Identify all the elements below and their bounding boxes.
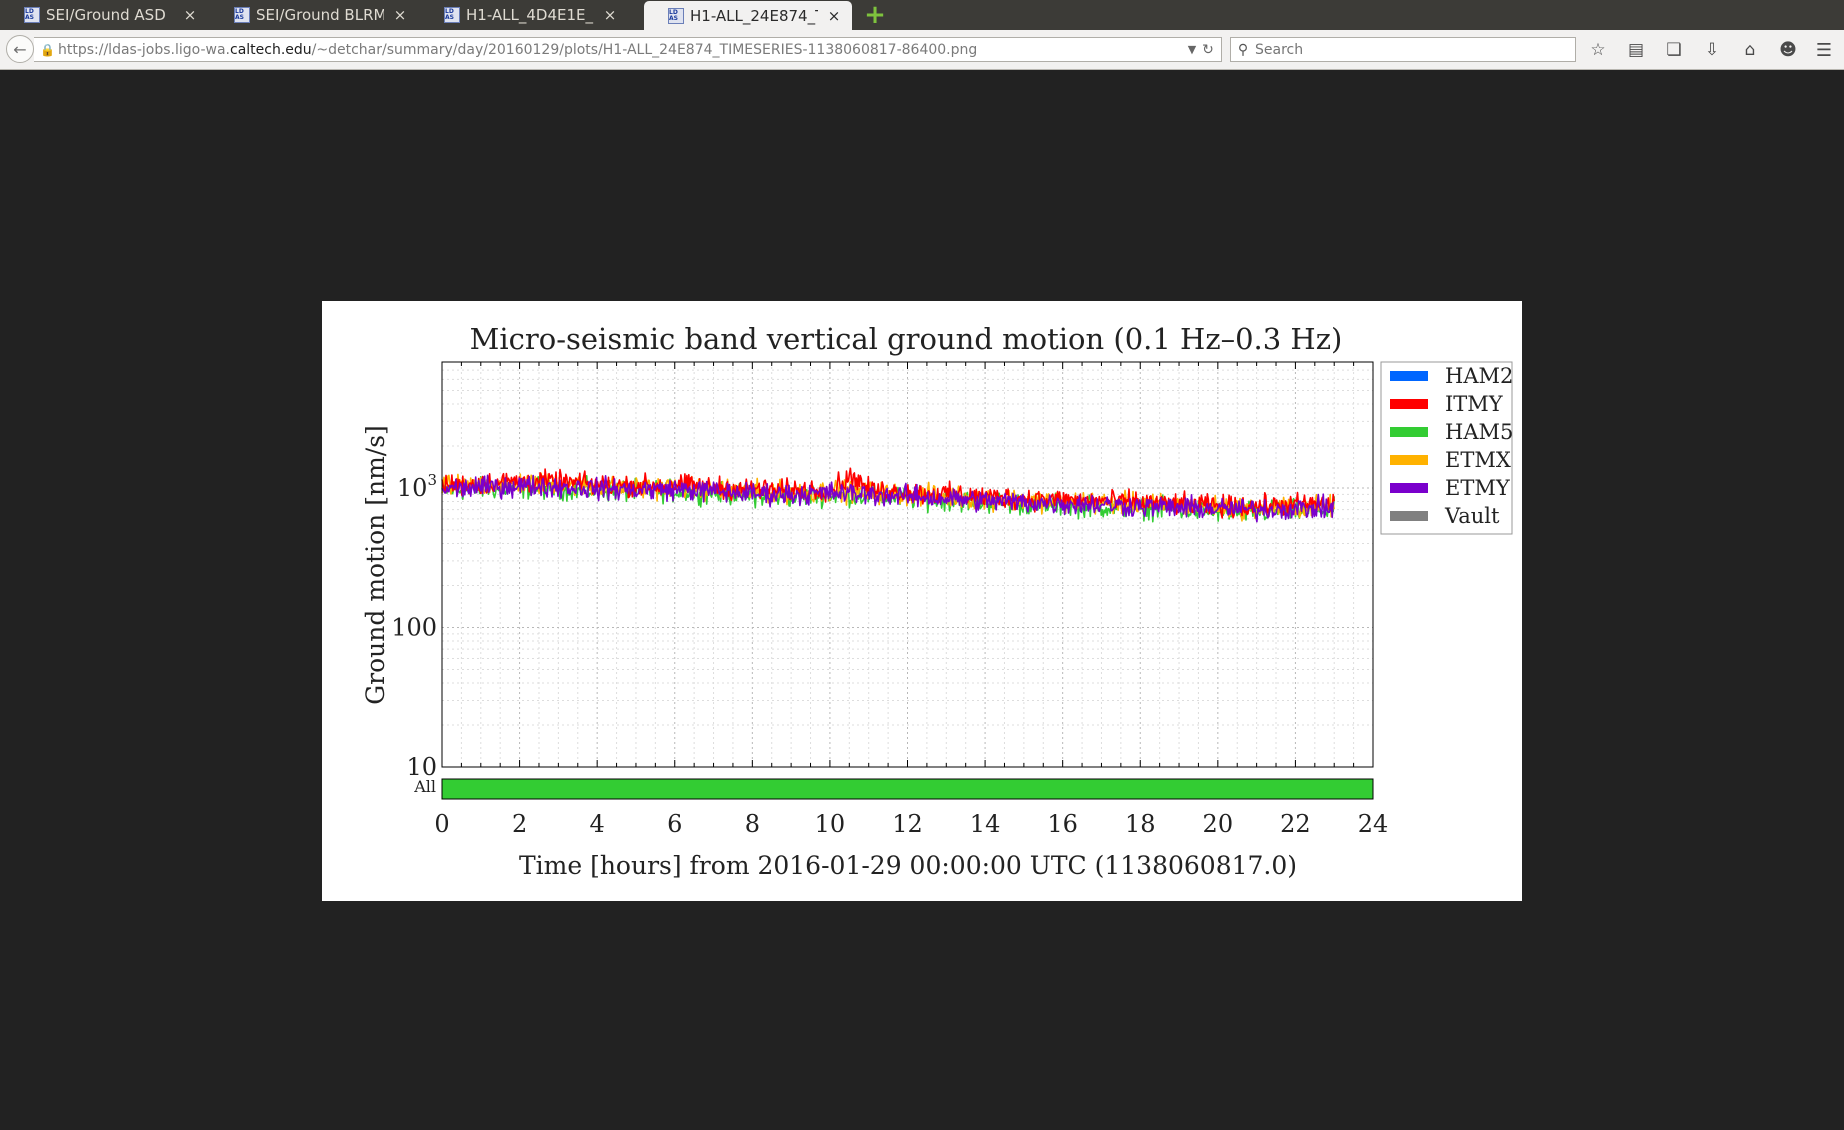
url-bar[interactable]: 🔒 https://ldas-jobs.ligo-wa. caltech.edu /… <box>34 37 1222 62</box>
favicon-icon: LD AS <box>444 7 460 23</box>
legend-swatch-vault <box>1390 511 1428 521</box>
reload-icon[interactable]: ↻ <box>1199 42 1217 58</box>
x-tick-label: 12 <box>892 810 923 838</box>
legend-label-itmy: ITMY <box>1445 392 1504 416</box>
legend-swatch-itmy <box>1390 399 1428 409</box>
favicon-icon: LD AS <box>24 7 40 23</box>
x-tick-label: 6 <box>667 810 682 838</box>
back-button[interactable]: ← <box>6 35 34 63</box>
y-tick-label: 103 <box>397 471 437 502</box>
legend-swatch-etmx <box>1390 455 1428 465</box>
close-icon[interactable]: × <box>182 6 198 24</box>
legend: HAM2 ITMY HAM5 ETMX ETMY Vault <box>1380 361 1513 535</box>
tab-title: SEI/Ground BLRMS v... <box>256 6 384 24</box>
y-axis-label: Ground motion [nm/s] <box>361 425 390 705</box>
chevron-down-icon[interactable]: ▼ <box>1185 43 1199 56</box>
legend-swatch-ham5 <box>1390 427 1428 437</box>
legend-label-etmx: ETMX <box>1445 448 1511 472</box>
tab-timeseries-plot[interactable]: LD AS H1-ALL_24E874_TIM... × <box>644 1 852 30</box>
search-input[interactable] <box>1255 41 1555 58</box>
tab-sei-ground-asd[interactable]: LD AS SEI/Ground ASD × <box>0 0 208 30</box>
y-tick-label: 100 <box>391 613 437 641</box>
legend-label-vault: Vault <box>1444 504 1500 528</box>
x-tick-label: 16 <box>1047 810 1078 838</box>
lock-icon: 🔒 <box>40 42 55 57</box>
x-tick-label: 14 <box>970 810 1001 838</box>
x-tick-label: 2 <box>512 810 527 838</box>
x-tick-label: 22 <box>1280 810 1311 838</box>
x-tick-label: 8 <box>745 810 760 838</box>
x-tick-labels: 0 2 4 6 8 10 12 14 16 18 20 22 24 <box>434 810 1388 838</box>
url-prefix: https://ldas-jobs.ligo-wa. <box>58 41 230 58</box>
tab-spectrum-plot[interactable]: LD AS H1-ALL_4D4E1E_SPE... × <box>420 0 628 30</box>
search-icon: ⚲ <box>1237 41 1249 58</box>
legend-label-ham5: HAM5 <box>1445 420 1513 444</box>
close-icon[interactable]: × <box>392 6 408 24</box>
x-tick-label: 18 <box>1125 810 1156 838</box>
toolbar-icons: ☆ ▤ ❏ ⇩ ⌂ ☻ <box>1586 38 1814 62</box>
tab-title: SEI/Ground ASD <box>46 6 166 24</box>
x-tick-label: 24 <box>1358 810 1389 838</box>
chart-title: Micro-seismic band vertical ground motio… <box>470 322 1343 356</box>
download-icon[interactable]: ⇩ <box>1700 38 1724 62</box>
back-arrow-icon: ← <box>13 39 27 59</box>
y-tick-label: 10 <box>406 753 437 781</box>
x-axis-label: Time [hours] from 2016-01-29 00:00:00 UT… <box>519 851 1297 880</box>
plot-image: All 0 2 4 6 8 10 12 14 16 18 20 22 24 10 100 103 Micro… <box>322 301 1522 901</box>
star-icon[interactable]: ☆ <box>1586 38 1610 62</box>
close-icon[interactable]: × <box>826 7 842 25</box>
url-host: caltech.edu <box>230 41 312 58</box>
legend-swatch-ham2 <box>1390 371 1428 381</box>
favicon-icon: LD AS <box>668 7 684 24</box>
grid <box>441 361 1374 767</box>
legend-swatch-etmy <box>1390 483 1428 493</box>
chat-icon[interactable]: ☻ <box>1776 38 1800 62</box>
x-tick-label: 20 <box>1203 810 1234 838</box>
legend-label-etmy: ETMY <box>1445 476 1511 500</box>
new-tab-button[interactable]: + <box>862 2 888 28</box>
y-tick-exponent: 3 <box>427 471 437 489</box>
navigation-bar: ← 🔒 https://ldas-jobs.ligo-wa. caltech.ed… <box>0 30 1844 70</box>
timeseries-chart: All 0 2 4 6 8 10 12 14 16 18 20 22 24 10100103 Micro… <box>361 322 1513 880</box>
search-bar[interactable]: ⚲ <box>1230 37 1576 62</box>
tab-bar: LD AS SEI/Ground ASD × LD AS SEI/Ground … <box>0 0 1844 30</box>
menu-icon[interactable]: ☰ <box>1812 38 1836 62</box>
x-tick-label: 0 <box>434 810 449 838</box>
url-path: /~detchar/summary/day/20160129/plots/H1-… <box>311 41 978 58</box>
tab-title: H1-ALL_24E874_TIM... <box>690 6 818 25</box>
close-icon[interactable]: × <box>602 6 618 24</box>
legend-label-ham2: HAM2 <box>1445 364 1513 388</box>
y-tick-labels: 10 100 103 <box>391 471 437 781</box>
pocket-icon[interactable]: ❏ <box>1662 38 1686 62</box>
tab-title: H1-ALL_4D4E1E_SPE... <box>466 6 594 24</box>
x-tick-label: 4 <box>590 810 605 838</box>
state-segment-bar <box>441 778 1374 800</box>
tab-sei-ground-blrms[interactable]: LD AS SEI/Ground BLRMS v... × <box>210 0 418 30</box>
favicon-icon: LD AS <box>234 7 250 23</box>
home-icon[interactable]: ⌂ <box>1738 38 1762 62</box>
reading-list-icon[interactable]: ▤ <box>1624 38 1648 62</box>
x-tick-label: 10 <box>815 810 846 838</box>
